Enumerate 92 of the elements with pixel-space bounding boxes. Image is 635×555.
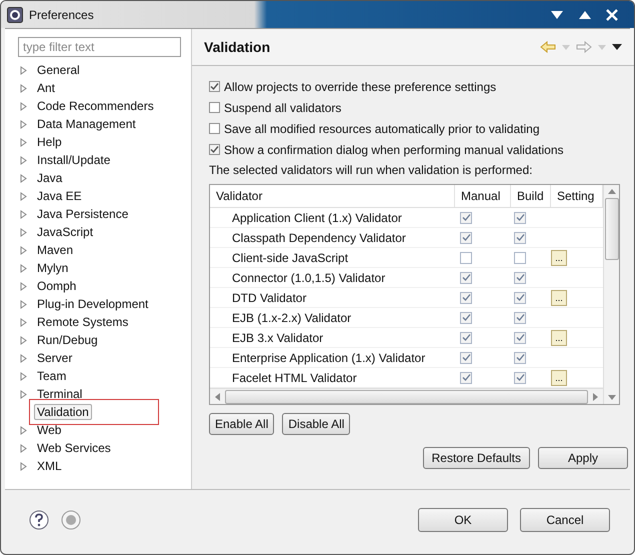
tree-item[interactable]: Java Persistence [34, 206, 132, 222]
checkbox[interactable] [460, 232, 472, 244]
validator-name: Application Client (1.x) Validator [231, 210, 403, 224]
tree-item[interactable]: Ant [34, 80, 58, 96]
checkbox[interactable] [460, 372, 472, 384]
table-action-button[interactable]: Disable All [282, 413, 350, 435]
tree-item[interactable]: Mylyn [34, 260, 72, 276]
validator-name: Enterprise Application (1.x) Validator [231, 350, 426, 364]
scrollbar-thumb[interactable] [604, 198, 618, 260]
ok-button[interactable]: OK [418, 508, 508, 532]
tree-item[interactable]: Java EE [34, 188, 85, 204]
checkbox-label: Suspend all validators [224, 100, 342, 114]
validator-name: EJB (1.x-2.x) Validator [231, 310, 352, 324]
tree-item[interactable]: Install/Update [34, 152, 114, 168]
checkbox[interactable] [460, 352, 472, 364]
tree-item[interactable]: Server [34, 350, 76, 366]
tree-item[interactable]: Code Recommenders [34, 98, 157, 114]
scroll-down-icon[interactable] [608, 394, 616, 400]
tree-item[interactable]: XML [34, 458, 65, 474]
validator-name: Facelet HTML Validator [231, 370, 358, 384]
tree-item[interactable]: Oomph [34, 278, 80, 294]
checkbox[interactable] [514, 272, 526, 284]
maximize-icon[interactable] [578, 10, 592, 20]
filter-field[interactable]: type filter text [18, 37, 181, 57]
checkbox[interactable] [514, 292, 526, 304]
tree-item[interactable]: Data Management [34, 116, 139, 132]
tree-item[interactable]: JavaScript [34, 224, 96, 240]
column-header[interactable]: Validator [210, 185, 455, 207]
checkbox[interactable] [209, 123, 220, 134]
checkbox[interactable] [514, 352, 526, 364]
checkbox[interactable] [460, 332, 472, 344]
checkbox[interactable] [514, 372, 526, 384]
checkbox[interactable] [514, 332, 526, 344]
validator-name: EJB 3.x Validator [231, 330, 324, 344]
settings-button[interactable]: ... [551, 330, 567, 346]
checkbox[interactable] [460, 312, 472, 324]
checkbox-label: Show a confirmation dialog when performing manual validations [224, 142, 564, 156]
settings-button[interactable]: ... [551, 250, 567, 266]
app-icon [7, 6, 23, 22]
scroll-left-icon[interactable] [215, 392, 221, 400]
checkbox[interactable] [209, 144, 220, 155]
scrollbar-thumb[interactable] [225, 390, 588, 404]
tree-item[interactable]: Run/Debug [34, 332, 101, 348]
tree-item[interactable]: Help [34, 134, 65, 150]
restore-defaults-button[interactable]: Restore Defaults [422, 447, 530, 469]
validator-name: Connector (1.0,1.5) Validator [231, 270, 386, 284]
tree-item[interactable]: Plug-in Development [34, 296, 152, 312]
checkbox[interactable] [460, 272, 472, 284]
tree-item[interactable]: Web [34, 422, 64, 438]
close-icon[interactable] [606, 8, 618, 20]
checkbox[interactable] [209, 102, 220, 113]
validator-name: DTD Validator [231, 290, 308, 304]
table-action-button[interactable]: Enable All [209, 413, 274, 435]
info-text: The selected validators will run when validation is performed: [209, 162, 534, 179]
window-title: Preferences [29, 8, 94, 22]
record-icon[interactable] [61, 510, 81, 530]
checkbox[interactable] [514, 312, 526, 324]
checkbox-label: Save all modified resources automatically prior to validating [224, 122, 540, 136]
horizontal-scrollbar[interactable] [210, 388, 603, 404]
checkbox-label: Allow projects to override these preference settings [224, 80, 496, 94]
forward-arrow-icon[interactable] [576, 41, 592, 53]
scroll-right-icon[interactable] [592, 392, 598, 400]
checkbox[interactable] [514, 212, 526, 224]
page-title: Validation [204, 39, 270, 55]
checkbox[interactable] [460, 292, 472, 304]
tree-item[interactable]: Maven [34, 242, 76, 258]
checkbox[interactable] [209, 81, 220, 92]
tree-item[interactable]: Team [34, 368, 70, 384]
tree-item[interactable]: Remote Systems [34, 314, 132, 330]
checkbox[interactable] [460, 212, 472, 224]
cancel-button[interactable]: Cancel [520, 508, 610, 532]
tree-item[interactable]: General [34, 62, 83, 78]
minimize-icon[interactable] [550, 10, 564, 20]
checkbox[interactable] [514, 232, 526, 244]
tree-item[interactable]: Validation [34, 404, 92, 420]
apply-button[interactable]: Apply [538, 447, 628, 469]
settings-button[interactable]: ... [551, 290, 567, 306]
vertical-scrollbar[interactable] [603, 185, 619, 404]
scroll-up-icon[interactable] [608, 189, 616, 195]
validator-name: Client-side JavaScript [231, 250, 350, 264]
menu-caret-icon[interactable] [612, 44, 622, 50]
column-header[interactable]: Build [511, 185, 551, 207]
back-arrow-icon[interactable] [540, 41, 556, 53]
checkbox[interactable] [514, 252, 526, 264]
column-header[interactable]: Manual [455, 185, 511, 207]
tree-item[interactable]: Terminal [34, 386, 86, 402]
validator-name: Classpath Dependency Validator [231, 230, 407, 244]
checkbox[interactable] [460, 252, 472, 264]
tree-item[interactable]: Java [34, 170, 66, 186]
settings-button[interactable]: ... [551, 370, 567, 386]
tree-item[interactable]: Web Services [34, 440, 114, 456]
help-icon[interactable] [29, 510, 49, 530]
